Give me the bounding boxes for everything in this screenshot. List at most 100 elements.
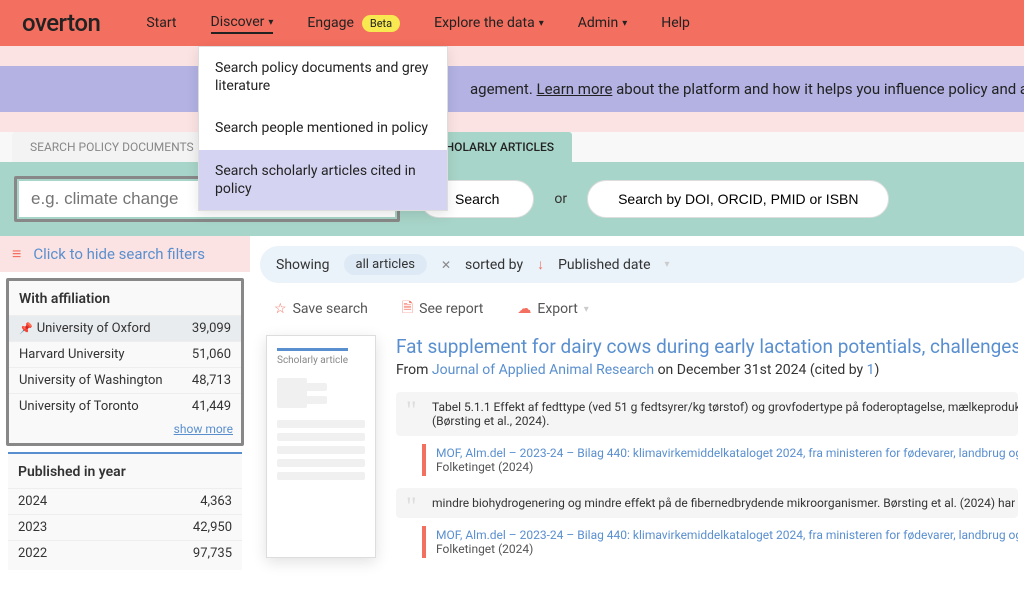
- quote-icon: ": [406, 492, 417, 518]
- see-report-link[interactable]: 🗎 See report: [402, 297, 483, 321]
- info-banner: agement. Learn more about the platform a…: [0, 66, 1024, 112]
- showing-label: Showing: [276, 257, 330, 273]
- hide-filters-link[interactable]: Click to hide search filters: [33, 245, 205, 263]
- result-item: Scholarly article Fat supplement for dai…: [260, 335, 1024, 558]
- hamburger-icon: ≡: [12, 244, 21, 264]
- search-by-id-button[interactable]: Search by DOI, ORCID, PMID or ISBN: [587, 180, 889, 218]
- citing-doc-1: MOF, Alm.del – 2023-24 – Bilag 440: klim…: [422, 444, 1018, 476]
- primary-nav: Start Discover ▾ Engage Beta Explore the…: [146, 14, 690, 32]
- result-actions: ☆ Save search 🗎 See report ☁ Export ▾: [260, 283, 1024, 335]
- year-filter: Published in year 2024 4,363 2023 42,950…: [8, 452, 242, 570]
- result-body: Fat supplement for dairy cows during ear…: [396, 335, 1018, 558]
- hide-filters-bar[interactable]: ≡ Click to hide search filters: [0, 236, 250, 272]
- filter-count: 41,449: [192, 399, 231, 414]
- nav-start[interactable]: Start: [146, 15, 176, 31]
- filter-count: 42,950: [193, 520, 232, 535]
- chevron-down-icon: ▾: [539, 18, 544, 29]
- nav-discover-label: Discover: [211, 14, 265, 30]
- cited-count-link[interactable]: 1: [867, 362, 875, 378]
- or-label: or: [554, 191, 567, 207]
- filter-name: University of Oxford: [37, 321, 151, 336]
- filter-row-2022[interactable]: 2022 97,735: [8, 540, 242, 566]
- chevron-down-icon: ▾: [584, 304, 589, 315]
- filter-count: 48,713: [192, 373, 231, 388]
- chevron-down-icon: ▾: [622, 18, 627, 29]
- affiliation-filter: With affiliation 📌 University of Oxford 3…: [6, 278, 244, 446]
- search-tabs: SEARCH POLICY DOCUMENTS SEARCH PEOPLE SE…: [0, 132, 1024, 162]
- filter-row-harvard[interactable]: Harvard University 51,060: [9, 341, 241, 367]
- save-search-label: Save search: [293, 301, 368, 317]
- nav-engage[interactable]: Engage Beta: [307, 15, 400, 32]
- sort-value[interactable]: Published date: [558, 257, 650, 273]
- banner-rest: about the platform and how it helps you …: [612, 80, 1024, 98]
- filter-row-washington[interactable]: University of Washington 48,713: [9, 367, 241, 393]
- quote-text: mindre biohydrogenering og mindre effekt…: [432, 496, 1018, 510]
- citing-doc-2: MOF, Alm.del – 2023-24 – Bilag 440: klim…: [422, 526, 1018, 558]
- filter-name: Harvard University: [19, 347, 125, 362]
- chevron-down-icon: ▾: [268, 17, 273, 28]
- beta-badge: Beta: [362, 15, 400, 32]
- chevron-down-icon[interactable]: ▾: [665, 259, 670, 270]
- filter-row-oxford[interactable]: 📌 University of Oxford 39,099: [9, 315, 241, 341]
- nav-engage-label: Engage: [307, 15, 353, 31]
- see-report-label: See report: [419, 301, 483, 317]
- pin-icon: 📌: [19, 322, 33, 335]
- export-link[interactable]: ☁ Export ▾: [517, 297, 588, 321]
- tab-policy-documents[interactable]: SEARCH POLICY DOCUMENTS: [12, 132, 212, 162]
- results-toolbar: Showing all articles ✕ sorted by ↓ Publi…: [260, 246, 1024, 283]
- filter-row-2024[interactable]: 2024 4,363: [8, 488, 242, 514]
- banner-lead: agement.: [470, 80, 537, 98]
- filter-name: 2024: [18, 494, 47, 509]
- sorted-by-label: sorted by: [465, 257, 523, 273]
- citing-doc-link[interactable]: MOF, Alm.del – 2023-24 – Bilag 440: klim…: [436, 528, 1018, 542]
- clear-chip-icon[interactable]: ✕: [441, 258, 451, 272]
- year-title: Published in year: [8, 454, 242, 488]
- save-search-link[interactable]: ☆ Save search: [274, 297, 368, 321]
- filter-count: 51,060: [192, 347, 231, 362]
- affiliation-title: With affiliation: [9, 281, 241, 315]
- quote-icon: ": [406, 396, 417, 426]
- search-bar: Search or Search by DOI, ORCID, PMID or …: [0, 162, 1024, 236]
- show-more-link[interactable]: show more: [174, 422, 233, 436]
- citing-doc-source: Folketinget (2024): [436, 460, 533, 474]
- nav-discover[interactable]: Discover ▾: [211, 14, 274, 34]
- nav-admin[interactable]: Admin ▾: [578, 15, 627, 31]
- journal-link[interactable]: Journal of Applied Animal Research: [432, 362, 654, 378]
- citing-doc-link[interactable]: MOF, Alm.del – 2023-24 – Bilag 440: klim…: [436, 446, 1018, 460]
- result-meta: From Journal of Applied Animal Research …: [396, 362, 1018, 378]
- nav-help[interactable]: Help: [661, 15, 690, 31]
- export-label: Export: [537, 301, 577, 317]
- sort-icon: ↓: [537, 256, 544, 273]
- result-title-link[interactable]: Fat supplement for dairy cows during ear…: [396, 335, 1018, 358]
- citation-context-1: " Tabel 5.1.1 Effekt af fedttype (ved 51…: [396, 392, 1018, 436]
- nav-explore-label: Explore the data: [434, 15, 535, 31]
- dropdown-people[interactable]: Search people mentioned in policy: [199, 107, 447, 149]
- quote-text: Tabel 5.1.1 Effekt af fedttype (ved 51 g…: [432, 400, 1018, 414]
- filter-name: 2023: [18, 520, 47, 535]
- result-thumbnail[interactable]: Scholarly article: [266, 335, 376, 558]
- filter-count: 4,363: [200, 494, 232, 509]
- discover-dropdown: Search policy documents and grey literat…: [198, 46, 448, 211]
- filter-row-toronto[interactable]: University of Toronto 41,449: [9, 393, 241, 419]
- thumb-placeholder-icon: [277, 378, 307, 408]
- citation-context-2: " mindre biohydrogenering og mindre effe…: [396, 488, 1018, 518]
- filter-row-2023[interactable]: 2023 42,950: [8, 514, 242, 540]
- filter-name: University of Toronto: [19, 399, 139, 414]
- sidebar: ≡ Click to hide search filters With affi…: [0, 236, 250, 576]
- document-icon: 🗎: [402, 297, 413, 321]
- dropdown-scholarly[interactable]: Search scholarly articles cited in polic…: [199, 150, 447, 210]
- banner-wrap: agement. Learn more about the platform a…: [0, 46, 1024, 132]
- logo[interactable]: overton: [22, 9, 100, 37]
- star-icon: ☆: [274, 301, 287, 317]
- cloud-icon: ☁: [517, 301, 531, 317]
- filter-name: 2022: [18, 546, 47, 561]
- banner-learn-more-link[interactable]: Learn more: [537, 80, 613, 98]
- filter-chip-all[interactable]: all articles: [344, 254, 427, 275]
- nav-explore[interactable]: Explore the data ▾: [434, 15, 544, 31]
- dropdown-policy-docs[interactable]: Search policy documents and grey literat…: [199, 47, 447, 107]
- filter-count: 97,735: [193, 546, 232, 561]
- top-navbar: overton Start Discover ▾ Engage Beta Exp…: [0, 0, 1024, 46]
- citing-doc-source: Folketinget (2024): [436, 542, 533, 556]
- filter-count: 39,099: [192, 321, 231, 336]
- results-area: Showing all articles ✕ sorted by ↓ Publi…: [250, 236, 1024, 576]
